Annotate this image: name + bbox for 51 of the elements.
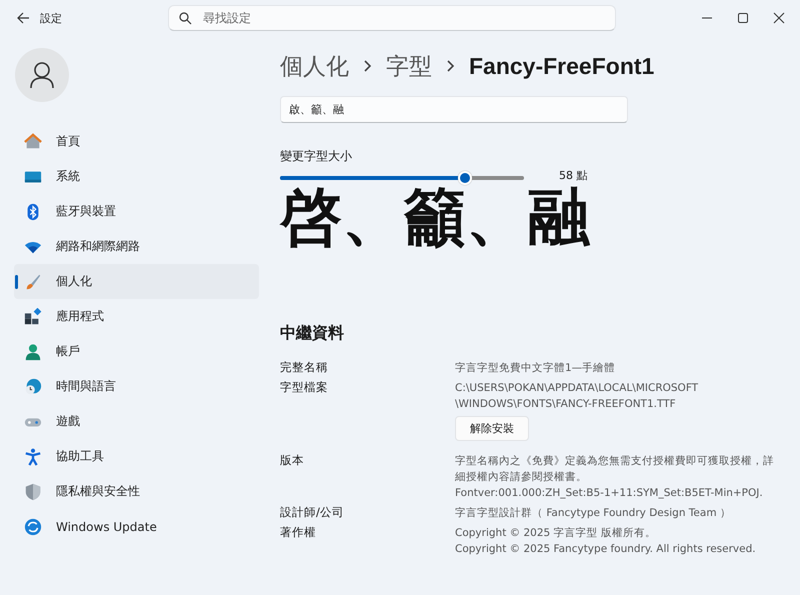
metadata-label: 版本 [280,453,305,469]
sidebar-item[interactable]: 個人化 [14,264,259,299]
metadata-label: 設計師/公司 [280,505,345,521]
chevron-icon [363,60,372,72]
breadcrumb-item[interactable]: 個人化 [280,50,349,82]
shield-icon [24,482,42,500]
sidebar-item[interactable]: 時間與語言 [14,369,259,404]
font-size-slider[interactable] [280,171,524,185]
search-icon [179,12,192,25]
breadcrumb-item: Fancy-FreeFont1 [469,52,654,80]
accessibility-icon [24,448,42,466]
paintbrush-icon [24,272,42,290]
globe-clock-icon [24,378,42,396]
metadata-value: 字言字型免費中文字體1—手繪體 [455,361,616,376]
metadata-label: 字型檔案 [280,380,329,396]
metadata-value: 字型名稱內之《免費》定義為您無需支付授權費即可獲取授權，詳細授權內容請參閱授權書。 [455,454,775,485]
sync-icon [24,518,42,536]
sidebar-item[interactable]: 首頁 [14,124,259,159]
metadata-value: Copyright © 2025 字言字型 版權所有。 [455,526,656,541]
font-sample-text: 啓、籲、融 [280,181,591,253]
sidebar-item[interactable]: 系統 [14,159,259,194]
section-title: 中繼資料 [280,323,345,344]
close-icon[interactable] [772,11,786,25]
window-title: 設定 [40,10,63,26]
sidebar-item[interactable]: 藍牙與裝置 [14,194,259,229]
metadata-label: 著作權 [280,525,317,541]
house-icon [24,132,42,150]
metadata-label: 完整名稱 [280,360,329,376]
metadata-value: 字言字型設計群（ Fancytype Foundry Design Team ） [455,506,731,521]
sidebar-item[interactable]: 帳戶 [14,334,259,369]
sidebar-item[interactable]: 遊戲 [14,404,259,439]
uninstall-button[interactable]: 解除安裝 [455,416,529,441]
back-icon[interactable] [16,11,30,25]
slider-value: 58 點 [559,168,588,182]
metadata-value: \WINDOWS\FONTS\FANCY-FREEFONT1.TTF [455,397,676,412]
person-icon [24,342,42,360]
maximize-icon[interactable] [736,11,750,25]
metadata-value: Fontver:001.000:ZH_Set:B5-1+11:SYM_Set:B5ET-Min+POJ. [455,486,763,501]
sidebar-item[interactable]: Windows Update [14,509,259,544]
breadcrumb-item[interactable]: 字型 [386,50,432,82]
metadata-value: C:\USERS\POKAN\APPDATA\LOCAL\MICROSOFT [455,381,698,396]
slider-label: 變更字型大小 [280,148,353,165]
chevron-icon [446,60,455,72]
sidebar-item[interactable]: 網路和網際網路 [14,229,259,264]
sidebar-item[interactable]: 應用程式 [14,299,259,334]
search-field[interactable]: 尋找設定 [168,5,616,31]
sidebar-item[interactable]: 協助工具 [14,439,259,474]
sidebar-item[interactable]: 隱私權與安全性 [14,474,259,509]
app-grid-icon [24,308,42,326]
metadata-value: Copyright © 2025 Fancytype foundry. All rights reserved. [455,542,756,557]
preview-text-field[interactable]: 啟、籲、融 [280,96,628,123]
